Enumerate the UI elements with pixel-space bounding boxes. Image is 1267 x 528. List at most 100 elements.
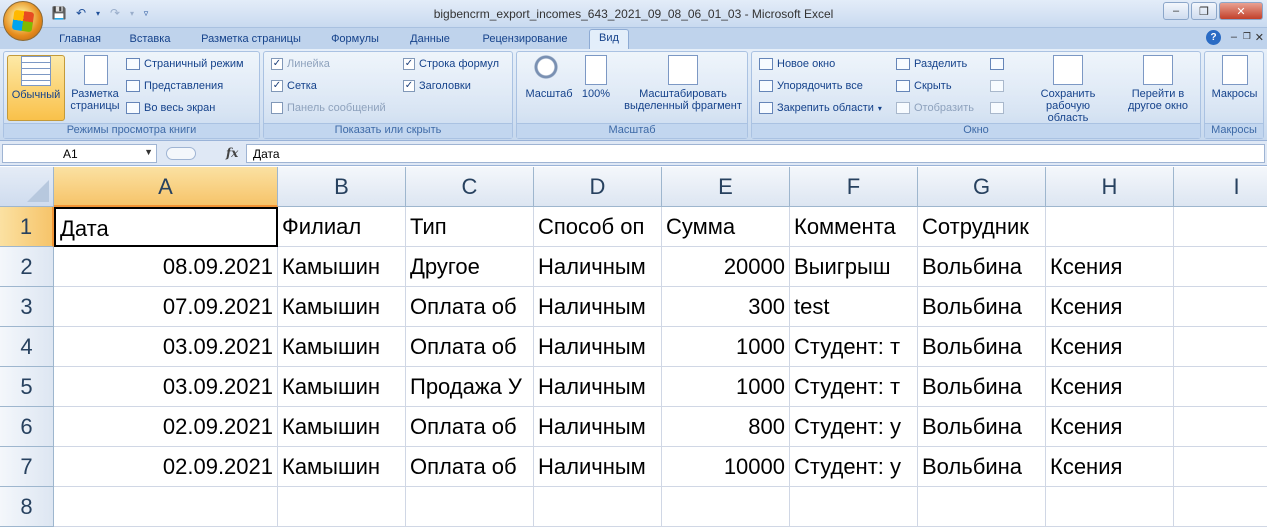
select-all-button[interactable] [0,167,54,207]
full-screen-button[interactable]: Во весь экран [126,102,215,114]
restore-button[interactable]: ❐ [1191,2,1217,20]
column-header-d[interactable]: D [534,167,662,207]
cell-d4[interactable]: Наличным [534,327,662,367]
cell-g8[interactable] [918,487,1046,527]
unhide-button[interactable]: Отобразить [896,102,974,114]
cell-d6[interactable]: Наличным [534,407,662,447]
page-layout-view-button[interactable]: Разметка страницы [66,55,126,121]
cell-e7[interactable]: 10000 [662,447,790,487]
column-header-i[interactable]: I [1174,167,1267,207]
cell-e2[interactable]: 20000 [662,247,790,287]
row-header-5[interactable]: 5 [0,367,54,407]
expand-formula-icon[interactable] [166,147,196,160]
cell-h2[interactable]: Ксения [1046,247,1174,287]
column-header-a[interactable]: A [54,167,278,207]
cell-c6[interactable]: Оплата об [406,407,534,447]
close-button[interactable]: ✕ [1219,2,1263,20]
cell-d8[interactable] [534,487,662,527]
cell-e5[interactable]: 1000 [662,367,790,407]
cell-f8[interactable] [790,487,918,527]
cell-i4[interactable] [1174,327,1267,367]
cell-g6[interactable]: Вольбина [918,407,1046,447]
formula-bar-checkbox[interactable]: ✓ Строка формул [403,58,499,70]
cell-g3[interactable]: Вольбина [918,287,1046,327]
cell-h8[interactable] [1046,487,1174,527]
cell-f4[interactable]: Студент: т [790,327,918,367]
worksheet-grid[interactable]: A B C D E F G H I 1 Дата Филиал Тип Способ оп Сумма Ком… [0,167,1267,528]
cell-c2[interactable]: Другое [406,247,534,287]
column-header-f[interactable]: F [790,167,918,207]
cell-d7[interactable]: Наличным [534,447,662,487]
cell-i5[interactable] [1174,367,1267,407]
cell-b5[interactable]: Камышин [278,367,406,407]
tab-insert[interactable]: Вставка [122,31,178,49]
cell-a1[interactable]: Дата [54,207,278,247]
tab-page-layout[interactable]: Разметка страницы [192,31,310,49]
cell-e3[interactable]: 300 [662,287,790,327]
cell-a8[interactable] [54,487,278,527]
message-bar-checkbox[interactable]: Панель сообщений [271,102,386,114]
column-header-b[interactable]: B [278,167,406,207]
cell-d3[interactable]: Наличным [534,287,662,327]
cell-e6[interactable]: 800 [662,407,790,447]
cell-c3[interactable]: Оплата об [406,287,534,327]
normal-view-button[interactable]: Обычный [7,55,65,121]
cell-i7[interactable] [1174,447,1267,487]
tab-view[interactable]: Вид [589,29,629,49]
save-workspace-button[interactable]: Сохранить рабочую область [1020,55,1116,124]
cell-f3[interactable]: test [790,287,918,327]
cell-g5[interactable]: Вольбина [918,367,1046,407]
row-header-2[interactable]: 2 [0,247,54,287]
row-header-8[interactable]: 8 [0,487,54,527]
view-side-by-side-button[interactable] [990,58,1004,70]
cell-g7[interactable]: Вольбина [918,447,1046,487]
cell-a4[interactable]: 03.09.2021 [54,327,278,367]
cell-h7[interactable]: Ксения [1046,447,1174,487]
tab-data[interactable]: Данные [400,31,460,49]
column-header-c[interactable]: C [406,167,534,207]
reset-window-position-button[interactable] [990,102,1004,114]
cell-c8[interactable] [406,487,534,527]
ribbon-restore-icon[interactable]: ❐ [1243,31,1251,42]
ribbon-minimize-icon[interactable]: ‒ [1231,31,1237,43]
cell-i1[interactable] [1174,207,1267,247]
cell-c5[interactable]: Продажа У [406,367,534,407]
cell-h6[interactable]: Ксения [1046,407,1174,447]
zoom-button[interactable]: Масштаб [521,55,577,121]
cell-f7[interactable]: Студент: у [790,447,918,487]
name-box-dropdown-icon[interactable]: ▼ [144,147,153,157]
synchronous-scroll-button[interactable] [990,80,1004,92]
custom-views-button[interactable]: Представления [126,80,223,92]
column-header-g[interactable]: G [918,167,1046,207]
zoom-100-button[interactable]: 100% [579,55,613,121]
cell-d1[interactable]: Способ оп [534,207,662,247]
tab-home[interactable]: Главная [52,31,108,49]
cell-h4[interactable]: Ксения [1046,327,1174,367]
tab-formulas[interactable]: Формулы [322,31,388,49]
column-header-h[interactable]: H [1046,167,1174,207]
ruler-checkbox[interactable]: ✓ Линейка [271,58,330,70]
row-header-7[interactable]: 7 [0,447,54,487]
cell-a2[interactable]: 08.09.2021 [54,247,278,287]
cell-g2[interactable]: Вольбина [918,247,1046,287]
cell-i8[interactable] [1174,487,1267,527]
cell-i6[interactable] [1174,407,1267,447]
cell-h5[interactable]: Ксения [1046,367,1174,407]
cell-b8[interactable] [278,487,406,527]
cell-h1[interactable] [1046,207,1174,247]
cell-a7[interactable]: 02.09.2021 [54,447,278,487]
cell-g1[interactable]: Сотрудник [918,207,1046,247]
cell-f6[interactable]: Студент: у [790,407,918,447]
row-header-1[interactable]: 1 [0,207,54,247]
cell-b1[interactable]: Филиал [278,207,406,247]
cell-b3[interactable]: Камышин [278,287,406,327]
minimize-button[interactable]: ‒ [1163,2,1189,20]
gridlines-checkbox[interactable]: ✓ Сетка [271,80,317,92]
headings-checkbox[interactable]: ✓ Заголовки [403,80,471,92]
freeze-panes-button[interactable]: Закрепить области ▾ [759,102,882,114]
row-header-4[interactable]: 4 [0,327,54,367]
cell-g4[interactable]: Вольбина [918,327,1046,367]
cell-f2[interactable]: Выигрыш [790,247,918,287]
cell-f5[interactable]: Студент: т [790,367,918,407]
cell-c4[interactable]: Оплата об [406,327,534,367]
